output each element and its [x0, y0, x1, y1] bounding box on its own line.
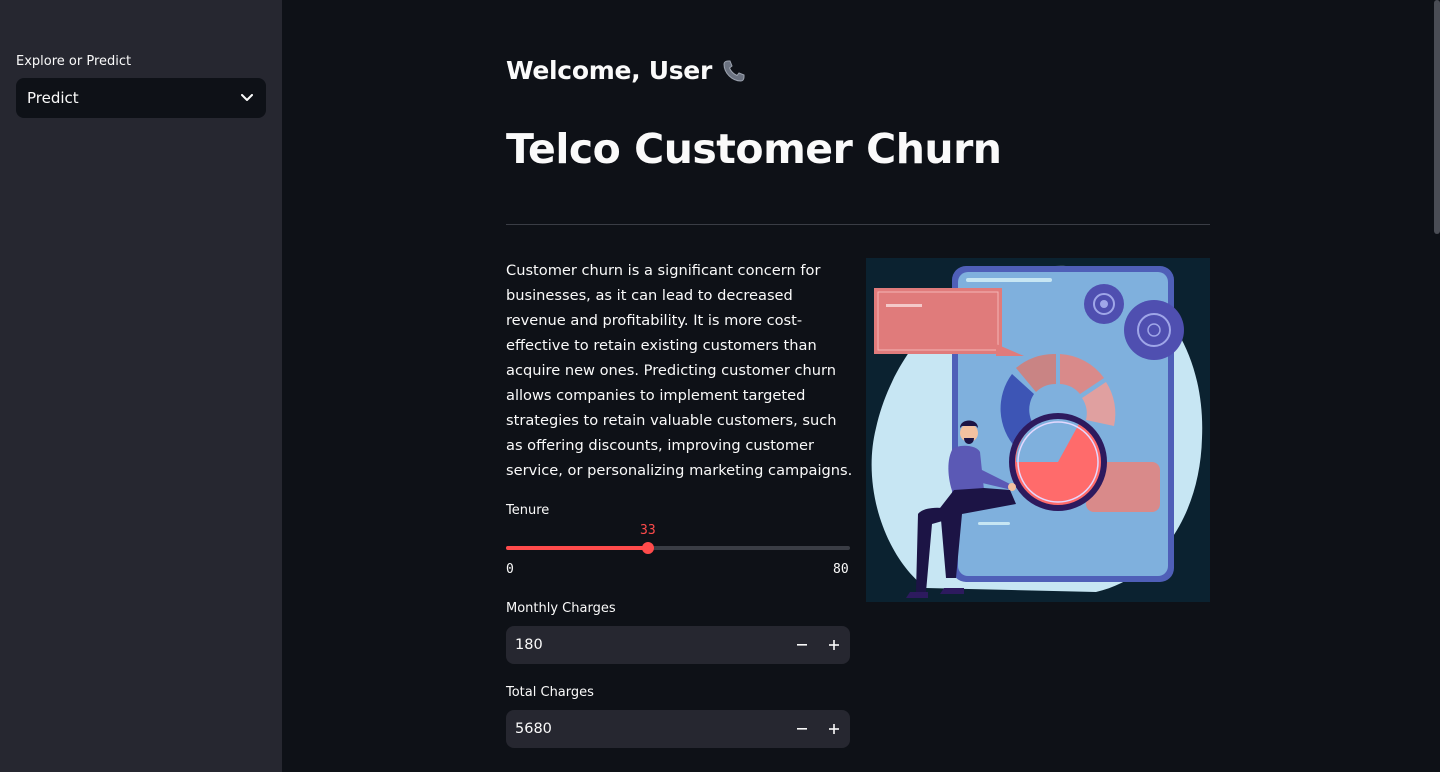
app: Explore or Predict Predict Welcome, User…: [0, 0, 1440, 772]
tenure-min: 0: [506, 562, 514, 577]
mode-select-value: Predict: [27, 89, 79, 107]
plus-icon: [829, 724, 839, 734]
minus-icon: [797, 728, 807, 730]
monthly-charges-decrement-button[interactable]: [786, 626, 818, 664]
plus-icon: [829, 640, 839, 650]
page-title: Telco Customer Churn: [506, 125, 1002, 173]
sidebar: Explore or Predict Predict: [0, 0, 282, 772]
page-scrollbar[interactable]: [1434, 0, 1440, 234]
tenure-slider-fill: [506, 546, 648, 550]
total-charges-input[interactable]: [506, 721, 786, 737]
tenure-slider[interactable]: [506, 542, 850, 554]
monthly-charges-label: Monthly Charges: [506, 601, 616, 616]
telephone-icon: [720, 57, 748, 85]
monthly-charges-field: [506, 626, 850, 664]
total-charges-field: [506, 710, 850, 748]
divider: [506, 224, 1210, 225]
welcome-heading: Welcome, User: [506, 56, 748, 85]
total-charges-label: Total Charges: [506, 685, 594, 700]
total-charges-increment-button[interactable]: [818, 710, 850, 748]
mode-select[interactable]: Predict: [16, 78, 266, 118]
mode-select-label: Explore or Predict: [16, 54, 132, 69]
tenure-label: Tenure: [506, 503, 550, 518]
chevron-down-icon: [240, 91, 254, 105]
churn-analysis-illustration: [866, 258, 1210, 602]
tenure-max: 80: [833, 562, 849, 577]
main-content: Welcome, User Telco Customer Churn Custo…: [282, 0, 1440, 772]
total-charges-decrement-button[interactable]: [786, 710, 818, 748]
tenure-slider-thumb[interactable]: [642, 542, 654, 554]
tenure-value: 33: [640, 523, 656, 538]
welcome-text: Welcome, User: [506, 56, 712, 85]
minus-icon: [797, 644, 807, 646]
monthly-charges-input[interactable]: [506, 637, 786, 653]
intro-paragraph: Customer churn is a significant concern …: [506, 262, 853, 479]
monthly-charges-increment-button[interactable]: [818, 626, 850, 664]
